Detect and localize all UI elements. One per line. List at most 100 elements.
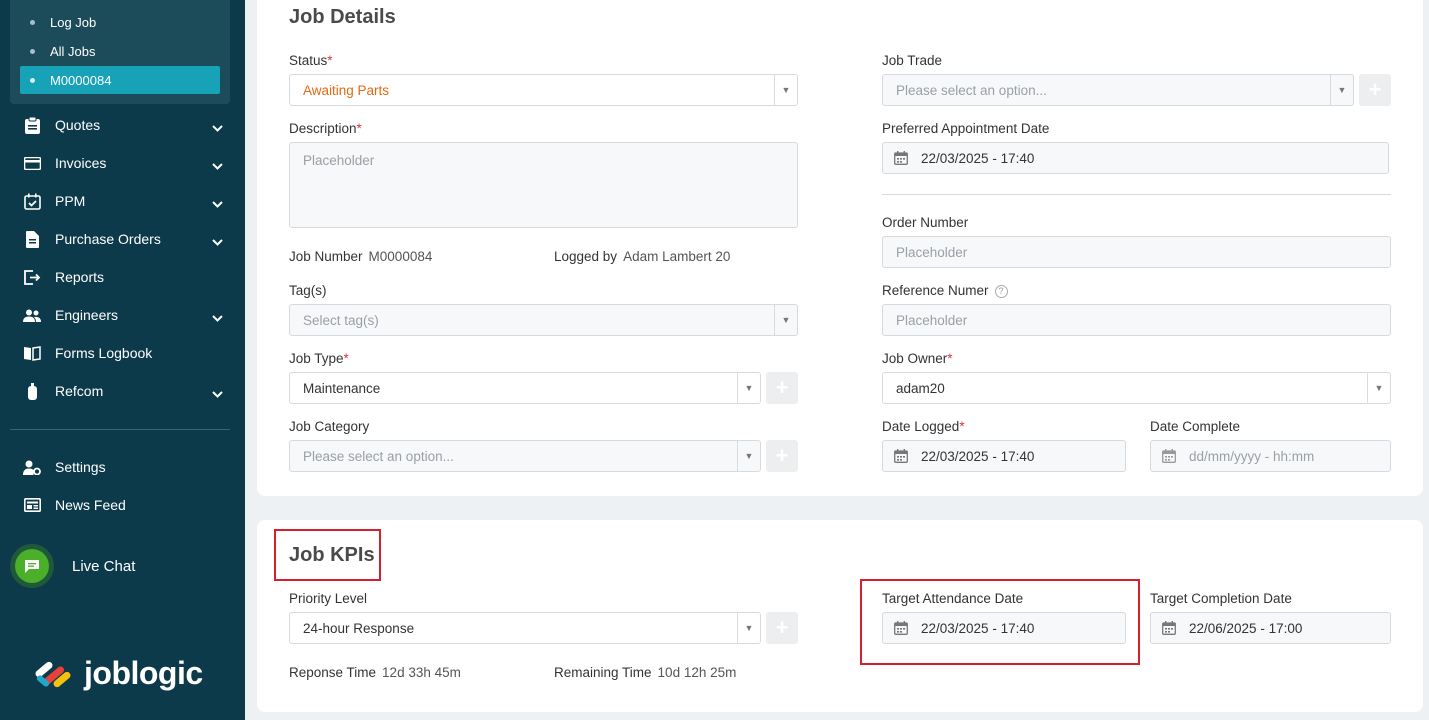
sidebar-item-refcom[interactable]: Refcom	[0, 372, 245, 410]
jobs-submenu: Log Job All Jobs M0000084	[10, 0, 230, 104]
bullet-icon	[30, 77, 35, 83]
response-time-info: Reponse Time 12d 33h 45m	[289, 665, 461, 680]
calendar-icon	[1162, 621, 1176, 638]
date-logged-field[interactable]: 22/03/2025 - 17:40	[882, 440, 1126, 472]
target-attendance-highlight-box	[860, 579, 1140, 665]
sidebar-item-settings[interactable]: Settings	[0, 448, 245, 486]
sidebar-item-label: Purchase Orders	[55, 231, 161, 247]
calendar-icon	[894, 449, 908, 466]
book-icon	[23, 344, 41, 362]
sidebar-item-label: Settings	[55, 459, 106, 475]
job-type-select[interactable]: Maintenance ▼	[289, 372, 761, 404]
sidebar-item-label: News Feed	[55, 497, 126, 513]
sidebar-item-label: Refcom	[55, 383, 104, 399]
status-label: Status*	[289, 53, 333, 68]
chevron-down-icon	[212, 385, 223, 401]
reference-number-input[interactable]: Placeholder	[882, 304, 1391, 336]
dropdown-arrow-icon: ▼	[737, 373, 760, 403]
sidebar-divider	[10, 429, 230, 430]
bullet-icon	[30, 19, 35, 25]
job-details-title: Job Details	[289, 6, 396, 28]
document-icon	[23, 230, 41, 248]
sidebar-item-label: Reports	[55, 269, 105, 285]
bullet-icon	[30, 48, 35, 54]
job-category-label: Job Category	[289, 419, 370, 434]
joblogic-logo: joblogic	[32, 655, 203, 692]
job-trade-label: Job Trade	[882, 53, 943, 68]
tags-label: Tag(s)	[289, 283, 327, 298]
job-trade-select[interactable]: Please select an option... ▼	[882, 74, 1354, 106]
job-type-label: Job Type*	[289, 351, 349, 366]
status-select[interactable]: Awaiting Parts ▼	[289, 74, 798, 106]
job-number-value: M0000084	[368, 249, 433, 264]
job-owner-select[interactable]: adam20 ▼	[882, 372, 1391, 404]
sidebar-item-purchase-orders[interactable]: Purchase Orders	[0, 220, 245, 258]
tags-select[interactable]: Select tag(s) ▼	[289, 304, 798, 336]
response-time-value: 12d 33h 45m	[382, 665, 461, 680]
submenu-item-label: M0000084	[50, 72, 112, 88]
chevron-down-icon	[212, 195, 223, 211]
order-number-input[interactable]: Placeholder	[882, 236, 1391, 268]
status-value: Awaiting Parts	[303, 82, 390, 98]
submenu-item-log-job[interactable]: Log Job	[20, 8, 220, 36]
priority-level-select[interactable]: 24-hour Response ▼	[289, 612, 761, 644]
calendar-icon	[894, 151, 908, 168]
dropdown-arrow-icon: ▼	[774, 305, 797, 335]
sidebar: Log Job All Jobs M0000084 Quotes Invoice…	[0, 0, 245, 720]
preferred-appointment-label: Preferred Appointment Date	[882, 121, 1050, 136]
remaining-time-value: 10d 12h 25m	[657, 665, 737, 680]
calendar-check-icon	[23, 192, 41, 210]
dropdown-arrow-icon: ▼	[737, 613, 760, 643]
sidebar-item-label: PPM	[55, 193, 86, 209]
live-chat-button[interactable]: Live Chat	[10, 544, 230, 588]
live-chat-label: Live Chat	[72, 557, 136, 575]
submenu-item-label: Log Job	[50, 14, 97, 30]
sidebar-item-invoices[interactable]: Invoices	[0, 144, 245, 182]
job-number-info: Job Number M0000084	[289, 249, 433, 264]
target-completion-date-field[interactable]: 22/06/2025 - 17:00	[1150, 612, 1391, 644]
cylinder-icon	[23, 382, 41, 400]
user-settings-icon	[23, 458, 41, 476]
chevron-down-icon	[212, 119, 223, 135]
submenu-item-current-job[interactable]: M0000084	[20, 66, 220, 94]
sidebar-item-reports[interactable]: Reports	[0, 258, 245, 296]
sidebar-item-engineers[interactable]: Engineers	[0, 296, 245, 334]
field-divider	[882, 194, 1391, 195]
date-complete-field[interactable]: dd/mm/yyyy - hh:mm	[1150, 440, 1391, 472]
priority-level-label: Priority Level	[289, 591, 368, 606]
add-job-trade-button[interactable]: +	[1359, 74, 1391, 106]
dropdown-arrow-icon: ▼	[1367, 373, 1390, 403]
add-job-type-button[interactable]: +	[766, 372, 798, 404]
job-category-select[interactable]: Please select an option... ▼	[289, 440, 761, 472]
sidebar-item-label: Quotes	[55, 117, 101, 133]
job-owner-label: Job Owner*	[882, 351, 953, 366]
newspaper-icon	[23, 496, 41, 514]
add-priority-level-button[interactable]: +	[766, 612, 798, 644]
sidebar-item-quotes[interactable]: Quotes	[0, 106, 245, 144]
order-number-label: Order Number	[882, 215, 969, 230]
target-completion-label: Target Completion Date	[1150, 591, 1292, 606]
remaining-time-info: Remaining Time 10d 12h 25m	[554, 665, 737, 680]
sidebar-item-news-feed[interactable]: News Feed	[0, 486, 245, 524]
description-textarea[interactable]: Placeholder	[289, 142, 798, 228]
export-icon	[23, 268, 41, 286]
submenu-item-all-jobs[interactable]: All Jobs	[20, 37, 220, 65]
preferred-appointment-date-field[interactable]: 22/03/2025 - 17:40	[882, 142, 1389, 174]
clipboard-icon	[23, 116, 41, 134]
chat-icon	[10, 544, 54, 588]
date-complete-label: Date Complete	[1150, 419, 1241, 434]
sidebar-item-label: Forms Logbook	[55, 345, 153, 361]
chevron-down-icon	[212, 157, 223, 173]
sidebar-item-ppm[interactable]: PPM	[0, 182, 245, 220]
description-label: Description*	[289, 121, 362, 136]
sidebar-item-forms-logbook[interactable]: Forms Logbook	[0, 334, 245, 372]
calendar-icon	[1162, 449, 1176, 466]
help-icon[interactable]: ?	[994, 284, 1008, 298]
sidebar-item-label: Engineers	[55, 307, 119, 323]
card-icon	[23, 154, 41, 172]
chevron-down-icon	[212, 309, 223, 325]
logged-by-info: Logged by Adam Lambert 20	[554, 249, 731, 264]
add-job-category-button[interactable]: +	[766, 440, 798, 472]
sidebar-item-label: Invoices	[55, 155, 107, 171]
submenu-item-label: All Jobs	[50, 43, 96, 59]
